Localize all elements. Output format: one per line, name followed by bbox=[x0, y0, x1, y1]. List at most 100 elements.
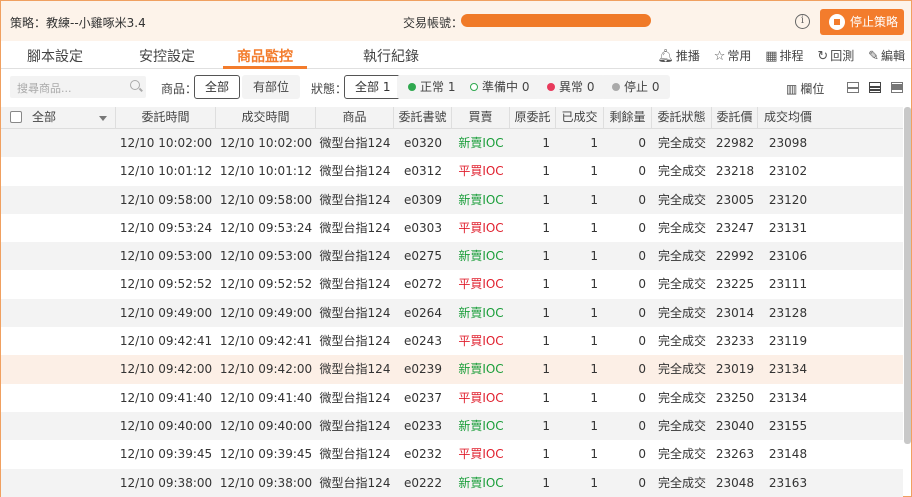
column-header[interactable]: 委託書號 bbox=[394, 107, 452, 129]
cell-orig: 1 bbox=[542, 136, 550, 150]
cell-price: 22982 bbox=[715, 136, 755, 150]
table-row[interactable]: 12/10 09:42:41 12/10 09:42:41 微型台指124 e0243… bbox=[1, 327, 903, 356]
product-filter-has-position[interactable]: 有部位 bbox=[242, 75, 301, 99]
table-row[interactable]: 12/10 09:53:00 12/10 09:53:00 微型台指124 e0275… bbox=[1, 242, 903, 271]
active-tab-indicator bbox=[223, 66, 307, 69]
chevron-down-icon[interactable] bbox=[99, 116, 107, 121]
table-row[interactable]: 12/10 09:39:45 12/10 09:39:45 微型台指124 e0232… bbox=[1, 440, 903, 469]
cell-orig: 1 bbox=[542, 334, 550, 349]
edit-button[interactable]: ✎ 編輯 bbox=[868, 47, 905, 64]
cell-order-no: e0275 bbox=[404, 249, 442, 264]
status-filter-normal[interactable]: 正常 1 bbox=[397, 75, 467, 99]
column-header[interactable]: 成交均價 bbox=[758, 107, 818, 129]
cell-avg: 23128 bbox=[768, 305, 808, 320]
view-compact-icon[interactable] bbox=[847, 82, 859, 93]
column-header[interactable]: 剩餘量 bbox=[604, 107, 652, 129]
cell-remain: 0 bbox=[638, 418, 646, 433]
table-row[interactable]: 12/10 10:02:00 12/10 10:02:00 微型台指124 e0320… bbox=[1, 129, 903, 158]
cell-order-time: 12/10 09:49:00 bbox=[119, 305, 213, 320]
cell-order-time: 12/10 09:38:00 bbox=[119, 475, 213, 490]
cell-order-time: 12/10 09:52:52 bbox=[119, 277, 213, 292]
table-row[interactable]: 12/10 09:40:00 12/10 09:40:00 微型台指124 e0233… bbox=[1, 411, 903, 441]
cell-product: 微型台指124 bbox=[319, 136, 391, 150]
column-header[interactable]: 買賣 bbox=[452, 107, 510, 129]
view-dense-icon[interactable] bbox=[891, 82, 903, 93]
table-row[interactable]: 12/10 10:01:12 12/10 10:01:12 微型台指124 e0312… bbox=[1, 157, 903, 186]
vertical-scrollbar[interactable] bbox=[904, 107, 911, 444]
table-row[interactable]: 12/10 09:41:40 12/10 09:41:40 微型台指124 e0237… bbox=[1, 383, 903, 412]
schedule-button[interactable]: ▦ 排程 bbox=[765, 47, 803, 64]
tab-risk-settings[interactable]: 安控設定 bbox=[139, 46, 195, 66]
cell-remain: 0 bbox=[638, 220, 646, 235]
cell-product: 微型台指124 bbox=[319, 305, 391, 320]
status-filter-all[interactable]: 全部 1 bbox=[344, 75, 402, 99]
table-row[interactable]: 12/10 09:52:52 12/10 09:52:52 微型台指124 e0272… bbox=[1, 270, 903, 299]
column-header[interactable]: 原委託 bbox=[510, 107, 556, 129]
cell-avg: 23106 bbox=[768, 249, 808, 264]
cell-side: 新賣IOC bbox=[458, 475, 504, 490]
table-row[interactable]: 12/10 09:42:00 12/10 09:42:00 微型台指124 e0239… bbox=[1, 355, 903, 384]
cell-status: 完全成交 bbox=[657, 305, 706, 320]
tab-script-settings[interactable]: 腳本設定 bbox=[27, 46, 83, 66]
product-filter-all[interactable]: 全部 bbox=[194, 75, 241, 99]
cell-orig: 1 bbox=[542, 447, 550, 462]
cell-remain: 0 bbox=[638, 136, 646, 150]
tab-product-monitor[interactable]: 商品監控 bbox=[237, 46, 293, 66]
push-button[interactable]: 🔔︎ 推播 bbox=[657, 47, 700, 64]
select-all-column[interactable]: 全部 bbox=[1, 107, 116, 129]
status-filter-error[interactable]: 異常 0 bbox=[536, 75, 606, 99]
status-filter-preparing[interactable]: 準備中 0 bbox=[459, 75, 541, 99]
cell-fill-time: 12/10 09:52:52 bbox=[219, 277, 313, 292]
cell-side: 平買IOC bbox=[458, 447, 504, 462]
cell-status: 完全成交 bbox=[657, 136, 706, 150]
cell-order-time: 12/10 10:01:12 bbox=[119, 164, 213, 179]
favorite-button[interactable]: ☆ 常用 bbox=[714, 47, 752, 64]
cell-avg: 23111 bbox=[768, 277, 808, 292]
column-header[interactable]: 成交時間 bbox=[216, 107, 316, 129]
cell-order-time: 12/10 09:41:40 bbox=[119, 390, 213, 405]
cell-orig: 1 bbox=[542, 362, 550, 377]
cell-orig: 1 bbox=[542, 390, 550, 405]
column-header[interactable]: 委託價 bbox=[712, 107, 758, 129]
cell-orig: 1 bbox=[542, 192, 550, 207]
cell-product: 微型台指124 bbox=[319, 249, 391, 264]
column-header[interactable]: 委託狀態 bbox=[652, 107, 712, 129]
view-normal-icon[interactable] bbox=[869, 82, 881, 93]
table-row[interactable]: 12/10 09:38:00 12/10 09:38:00 微型台指124 e0222… bbox=[1, 468, 903, 497]
columns-button[interactable]: ▥ 欄位 bbox=[786, 80, 824, 97]
cell-product: 微型台指124 bbox=[319, 418, 391, 433]
cell-order-no: e0272 bbox=[404, 277, 442, 292]
cell-order-no: e0232 bbox=[404, 447, 442, 462]
column-header[interactable]: 委託時間 bbox=[116, 107, 216, 129]
cell-order-time: 12/10 09:39:45 bbox=[119, 447, 213, 462]
info-icon[interactable]: i bbox=[795, 14, 810, 29]
cell-status: 完全成交 bbox=[657, 418, 706, 433]
column-header[interactable]: 商品 bbox=[316, 107, 394, 129]
pencil-icon: ✎ bbox=[868, 49, 879, 64]
cell-price: 23250 bbox=[715, 390, 755, 405]
cell-status: 完全成交 bbox=[657, 362, 706, 377]
cell-order-no: e0312 bbox=[404, 164, 442, 179]
table-row[interactable]: 12/10 09:49:00 12/10 09:49:00 微型台指124 e0264… bbox=[1, 298, 903, 328]
cell-filled: 1 bbox=[590, 447, 598, 462]
cell-status: 完全成交 bbox=[657, 192, 706, 207]
table-row[interactable]: 12/10 09:53:24 12/10 09:53:24 微型台指124 e0303… bbox=[1, 213, 903, 243]
select-all-checkbox[interactable] bbox=[10, 111, 22, 123]
status-filter-stopped[interactable]: 停止 0 bbox=[601, 75, 671, 99]
cell-order-time: 12/10 10:02:00 bbox=[119, 136, 213, 150]
cell-price: 23014 bbox=[715, 305, 755, 320]
search-input[interactable]: 搜尋商品... bbox=[10, 76, 146, 98]
cell-remain: 0 bbox=[638, 305, 646, 320]
cell-price: 23225 bbox=[715, 277, 755, 292]
error-status-dot bbox=[547, 83, 555, 91]
cell-product: 微型台指124 bbox=[319, 164, 391, 179]
stop-strategy-button[interactable]: 停止策略 bbox=[820, 9, 904, 35]
backtest-button[interactable]: ↻ 回測 bbox=[817, 47, 854, 64]
column-header[interactable]: 已成交 bbox=[556, 107, 604, 129]
cell-fill-time: 12/10 09:39:45 bbox=[219, 447, 313, 462]
tab-execution-log[interactable]: 執行紀錄 bbox=[363, 46, 419, 66]
cell-filled: 1 bbox=[590, 277, 598, 292]
table-row[interactable]: 12/10 09:58:00 12/10 09:58:00 微型台指124 e0309… bbox=[1, 185, 903, 214]
cell-fill-time: 12/10 09:53:00 bbox=[219, 249, 313, 264]
cell-remain: 0 bbox=[638, 192, 646, 207]
